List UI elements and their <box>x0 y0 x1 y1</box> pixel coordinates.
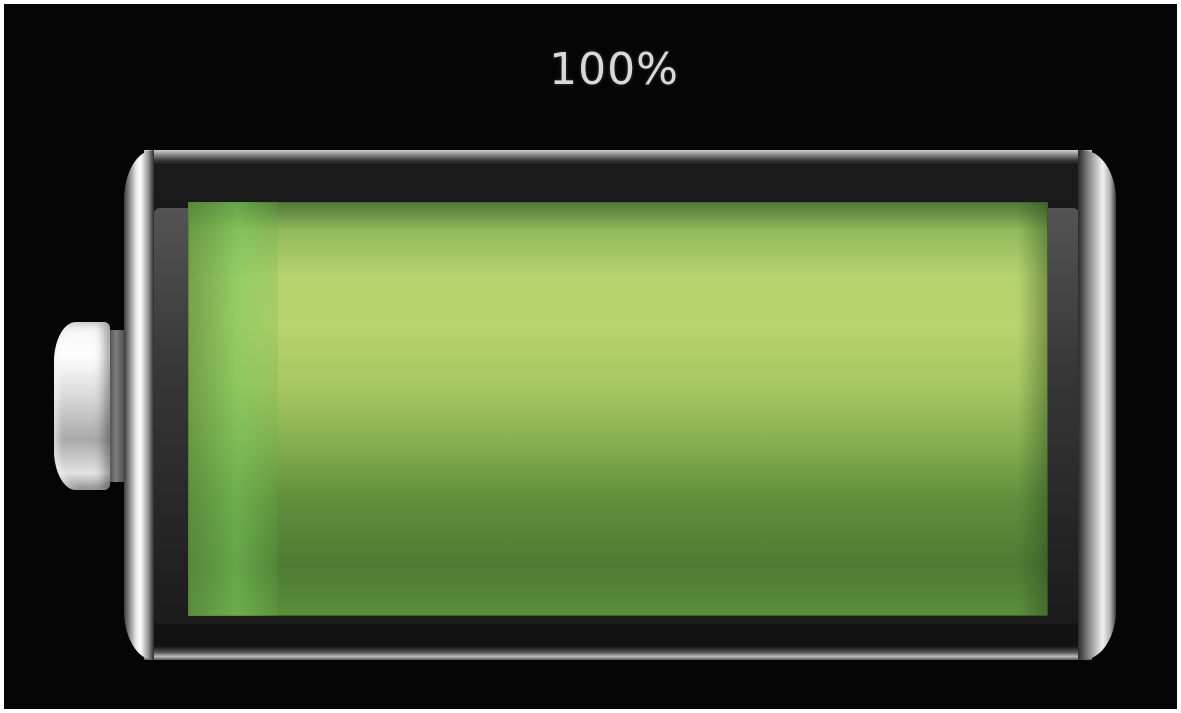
battery-charge-fill <box>188 202 1048 616</box>
battery-percent-label: 100% <box>549 44 679 95</box>
battery-terminal-icon <box>54 322 110 490</box>
battery-screen: 100% <box>4 4 1177 709</box>
battery-rim-top <box>144 150 1092 162</box>
battery-rim-left <box>124 150 154 660</box>
battery-rim-right <box>1078 150 1116 660</box>
fill-right-shade <box>1018 202 1048 616</box>
fill-left-glow <box>188 202 278 616</box>
battery-icon <box>124 150 1116 660</box>
fill-top-band <box>188 202 1048 230</box>
battery-rim-bottom <box>144 646 1092 660</box>
